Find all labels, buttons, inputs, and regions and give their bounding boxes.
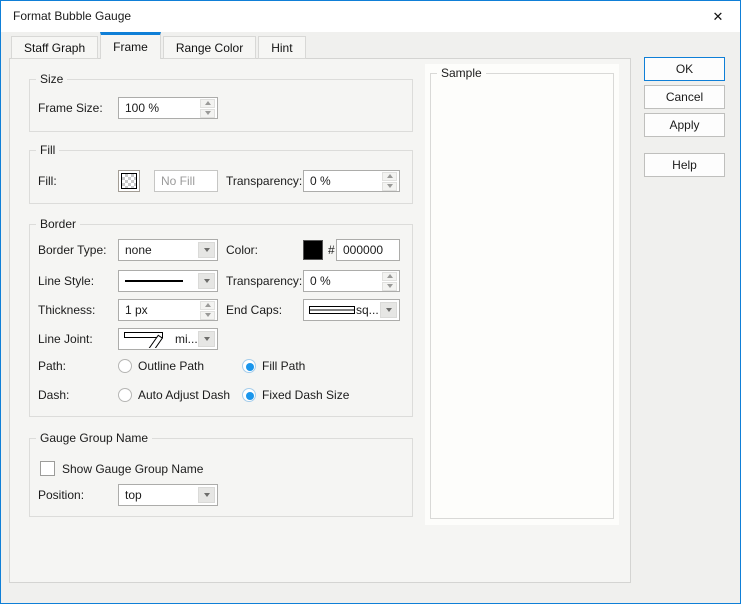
ok-button[interactable]: OK — [644, 57, 725, 81]
title-bar: Format Bubble Gauge ✕ — [1, 1, 740, 32]
path-label: Path: — [38, 355, 66, 377]
size-group: Size Frame Size: 100 % — [29, 79, 413, 132]
help-button[interactable]: Help — [644, 153, 725, 177]
gauge-group-name-group: Gauge Group Name Show Gauge Group Name P… — [29, 438, 413, 517]
fixed-dash-size-radio[interactable]: Fixed Dash Size — [242, 387, 349, 403]
transparent-fill-icon — [121, 173, 137, 189]
chevron-down-icon[interactable] — [198, 487, 215, 503]
spin-down-icon[interactable] — [382, 182, 397, 191]
fill-transparency-label: Transparency: — [226, 170, 302, 192]
square-cap-icon — [309, 305, 355, 315]
tab-staff-graph[interactable]: Staff Graph — [11, 36, 98, 59]
spin-up-icon[interactable] — [382, 172, 397, 181]
fill-group-label: Fill — [36, 143, 59, 157]
frame-size-input[interactable]: 100 % — [118, 97, 218, 119]
spin-down-icon[interactable] — [200, 311, 215, 320]
fill-path-radio[interactable]: Fill Path — [242, 358, 305, 374]
border-color-swatch[interactable] — [303, 240, 323, 260]
frame-size-value: 100 % — [119, 98, 200, 118]
spin-up-icon[interactable] — [382, 272, 397, 281]
show-gauge-group-name-label: Show Gauge Group Name — [62, 461, 203, 477]
chevron-down-icon[interactable] — [198, 273, 215, 289]
frame-size-spinner — [200, 99, 215, 118]
border-color-label: Color: — [226, 239, 258, 261]
border-type-label: Border Type: — [38, 239, 106, 261]
tab-frame[interactable]: Frame — [100, 32, 161, 59]
radio-unselected-icon — [118, 359, 132, 373]
thickness-spinner — [200, 301, 215, 320]
fill-path-label: Fill Path — [262, 359, 305, 373]
cancel-button[interactable]: Cancel — [644, 85, 725, 109]
border-transparency-spinner — [382, 272, 397, 291]
border-transparency-value: 0 % — [304, 271, 382, 291]
thickness-label: Thickness: — [38, 299, 95, 321]
show-gauge-group-name-checkbox[interactable] — [40, 461, 55, 476]
chevron-down-icon[interactable] — [198, 242, 215, 258]
line-style-label: Line Style: — [38, 270, 94, 292]
tab-hint[interactable]: Hint — [258, 36, 305, 59]
end-caps-value: sq... — [355, 300, 380, 320]
frame-size-label: Frame Size: — [38, 97, 103, 119]
miter-joint-icon — [124, 330, 174, 348]
fill-transparency-spinner — [382, 172, 397, 191]
sample-group-label: Sample — [437, 66, 486, 80]
sample-panel: Sample — [425, 64, 619, 525]
outline-path-radio[interactable]: Outline Path — [118, 358, 204, 374]
line-joint-label: Line Joint: — [38, 328, 93, 350]
tab-content-panel: Size Frame Size: 100 % Fill Fill: No Fil… — [9, 58, 631, 583]
tab-bar: Staff Graph Frame Range Color Hint — [11, 32, 308, 59]
line-joint-value: mi... — [174, 329, 198, 349]
spin-up-icon[interactable] — [200, 301, 215, 310]
size-group-label: Size — [36, 72, 67, 86]
fill-label: Fill: — [38, 170, 57, 192]
dialog-title: Format Bubble Gauge — [13, 9, 131, 23]
auto-adjust-dash-label: Auto Adjust Dash — [138, 388, 230, 402]
border-group-label: Border — [36, 217, 80, 231]
spin-down-icon[interactable] — [382, 282, 397, 291]
fill-value-field[interactable]: No Fill — [154, 170, 218, 192]
line-style-dropdown[interactable] — [118, 270, 218, 292]
radio-unselected-icon — [118, 388, 132, 402]
format-bubble-gauge-dialog: Format Bubble Gauge ✕ Staff Graph Frame … — [0, 0, 741, 604]
line-joint-dropdown[interactable]: mi... — [118, 328, 218, 350]
close-icon[interactable]: ✕ — [707, 6, 729, 28]
border-type-value: none — [119, 240, 198, 260]
outline-path-label: Outline Path — [138, 359, 204, 373]
solid-line-icon — [124, 278, 184, 284]
border-transparency-input[interactable]: 0 % — [303, 270, 400, 292]
chevron-down-icon[interactable] — [380, 302, 397, 318]
position-dropdown[interactable]: top — [118, 484, 218, 506]
auto-adjust-dash-radio[interactable]: Auto Adjust Dash — [118, 387, 230, 403]
border-color-hex-input[interactable]: 000000 — [336, 239, 400, 261]
spin-up-icon[interactable] — [200, 99, 215, 108]
position-value: top — [119, 485, 198, 505]
spin-down-icon[interactable] — [200, 109, 215, 118]
tab-range-color[interactable]: Range Color — [163, 36, 256, 59]
border-group: Border Border Type: none Color: # 000000… — [29, 224, 413, 417]
radio-selected-icon — [242, 359, 256, 373]
apply-button[interactable]: Apply — [644, 113, 725, 137]
thickness-input[interactable]: 1 px — [118, 299, 218, 321]
border-transparency-label: Transparency: — [226, 270, 302, 292]
position-label: Position: — [38, 484, 84, 506]
chevron-down-icon[interactable] — [198, 331, 215, 347]
fill-swatch-button[interactable] — [118, 170, 140, 192]
end-caps-dropdown[interactable]: sq... — [303, 299, 400, 321]
fill-transparency-value: 0 % — [304, 171, 382, 191]
hex-hash-label: # — [328, 239, 335, 261]
gauge-group-name-label: Gauge Group Name — [36, 431, 152, 445]
thickness-value: 1 px — [119, 300, 200, 320]
end-caps-label: End Caps: — [226, 299, 282, 321]
fill-transparency-input[interactable]: 0 % — [303, 170, 400, 192]
fill-group: Fill Fill: No Fill Transparency: 0 % — [29, 150, 413, 204]
sample-group: Sample — [430, 73, 614, 519]
border-type-dropdown[interactable]: none — [118, 239, 218, 261]
dash-label: Dash: — [38, 384, 69, 406]
fixed-dash-size-label: Fixed Dash Size — [262, 388, 349, 402]
radio-selected-icon — [242, 388, 256, 402]
fill-value: No Fill — [155, 171, 217, 191]
border-color-hex-value: 000000 — [337, 240, 399, 260]
